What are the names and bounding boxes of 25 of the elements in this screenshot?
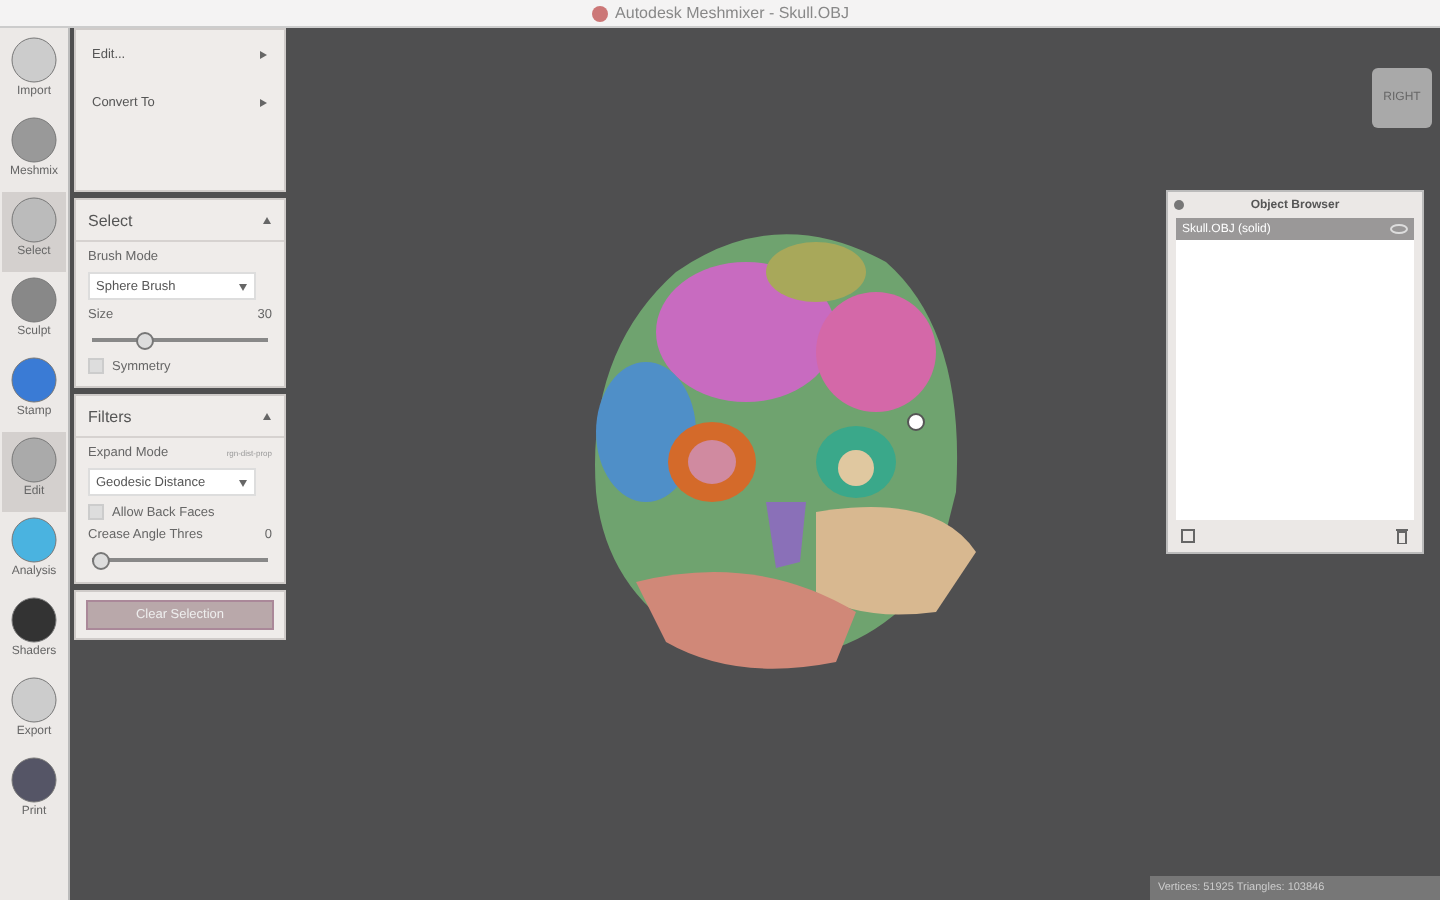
sphere-icon [10, 356, 58, 404]
trash-icon[interactable] [1394, 528, 1410, 544]
sphere-icon [10, 516, 58, 564]
app-logo-icon [591, 5, 608, 21]
panel-title: Select [88, 211, 133, 229]
window-title: Autodesk Meshmixer - Skull.OBJ [615, 4, 849, 22]
sphere-icon [10, 676, 58, 724]
sphere-icon [10, 36, 58, 84]
collapse-icon[interactable] [262, 411, 272, 421]
back-faces-checkbox[interactable] [88, 504, 104, 520]
sphere-icon [10, 196, 58, 244]
sphere-icon [10, 116, 58, 164]
dropdown-arrow-icon[interactable] [238, 477, 248, 487]
symmetry-checkbox[interactable] [88, 358, 104, 374]
sphere-icon [10, 596, 58, 644]
sphere-icon [10, 276, 58, 324]
submenu-arrow-icon[interactable] [258, 49, 268, 59]
panel-title: Filters [88, 407, 132, 425]
dropdown-arrow-icon[interactable] [238, 281, 248, 291]
slider-thumb[interactable] [136, 332, 155, 350]
collapse-icon[interactable] [262, 215, 272, 225]
sphere-icon [10, 436, 58, 484]
slider-thumb[interactable] [92, 552, 110, 570]
submenu-arrow-icon[interactable] [258, 97, 268, 107]
sphere-icon [10, 756, 58, 804]
